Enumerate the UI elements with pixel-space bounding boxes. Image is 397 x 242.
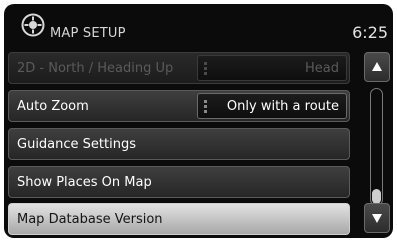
up-arrow-icon	[372, 62, 382, 71]
scrollbar-thumb[interactable]	[372, 189, 381, 204]
auto-zoom-selector[interactable]: Only with a route	[197, 93, 347, 119]
auto-zoom-value: Only with a route	[226, 99, 339, 114]
menu-item-guidance-settings[interactable]: Guidance Settings	[8, 128, 350, 160]
down-arrow-icon	[372, 214, 382, 223]
clock-time: 6:25	[352, 23, 388, 42]
menu-item-label: Map Database Version	[17, 212, 163, 227]
handle-icon	[204, 62, 207, 76]
north-heading-selector[interactable]: Head	[197, 55, 347, 81]
gear-icon	[21, 13, 45, 37]
header: MAP SETUP 6:25	[4, 4, 393, 51]
menu-item-map-database-version[interactable]: Map Database Version	[8, 203, 350, 235]
handle-icon	[204, 100, 207, 114]
scroll-up-button[interactable]	[364, 52, 390, 82]
menu-item-north-heading-up[interactable]: 2D - North / Heading Up Head	[8, 52, 350, 84]
north-heading-value: Head	[305, 61, 339, 76]
scroll-down-button[interactable]	[364, 203, 390, 233]
menu-item-label: 2D - North / Heading Up	[17, 61, 174, 76]
menu-item-label: Show Places On Map	[17, 175, 152, 190]
menu-item-auto-zoom[interactable]: Auto Zoom Only with a route	[8, 90, 350, 122]
menu-item-label: Guidance Settings	[17, 137, 136, 152]
scrollbar-track[interactable]	[370, 88, 383, 206]
menu-item-label: Auto Zoom	[17, 99, 89, 114]
menu-item-show-places-on-map[interactable]: Show Places On Map	[8, 166, 350, 198]
screen: MAP SETUP 6:25 2D - North / Heading Up H…	[4, 4, 393, 238]
page-title: MAP SETUP	[50, 26, 126, 41]
